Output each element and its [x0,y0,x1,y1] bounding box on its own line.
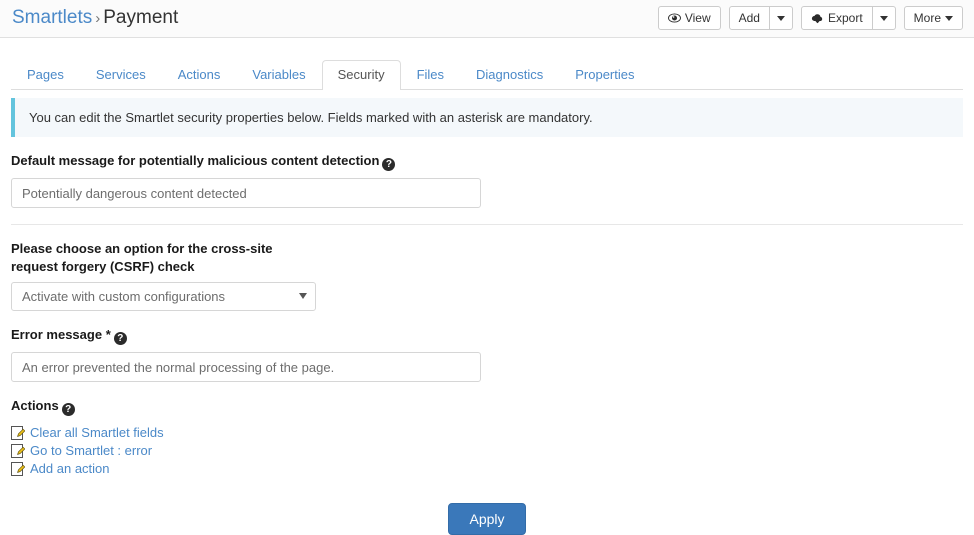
view-button[interactable]: View [657,6,721,30]
view-button-label: View [684,11,711,25]
tab-services[interactable]: Services [80,60,162,89]
add-button-label: Add [738,11,760,25]
actions-section-label: Actions? [11,397,963,417]
actions-list: Clear all Smartlet fields Go to Smartlet… [11,424,963,477]
tab-properties[interactable]: Properties [559,60,650,89]
tab-bar: Pages Services Actions Variables Securit… [11,57,963,90]
breadcrumb-link-smartlets[interactable]: Smartlets [12,7,92,28]
export-dropdown-toggle[interactable] [872,6,896,30]
tab-variables[interactable]: Variables [236,60,321,89]
page-header: Smartlets › Payment View Add Export More [0,0,974,38]
more-button-label: More [913,11,941,25]
edit-page-icon[interactable] [11,443,26,458]
tab-actions[interactable]: Actions [162,60,237,89]
chevron-down-icon [879,15,888,21]
field-label-error-message: Error message *? [11,326,963,346]
add-button-group: Add [728,6,793,30]
required-marker: * [105,327,111,343]
csrf-select[interactable]: Activate with custom configurations [11,282,316,312]
tab-security[interactable]: Security [321,60,401,90]
export-button-group: Export [800,6,896,30]
breadcrumb-separator: › [95,10,101,27]
field-csrf: Please choose an option for the cross-si… [11,225,963,312]
field-label-error-message-text: Error message [11,327,103,343]
breadcrumb-current-payment: Payment [103,7,179,28]
list-item: Go to Smartlet : error [11,442,963,459]
eye-icon [667,13,681,23]
field-error-message: Error message *? [11,311,963,383]
view-button-group: View [657,6,721,30]
action-link-go-to-smartlet-error[interactable]: Go to Smartlet : error [30,443,152,458]
actions-section: Actions? Clear all Smartlet fields Go to… [11,382,963,477]
header-action-buttons: View Add Export More [650,6,963,30]
help-circle-icon[interactable]: ? [61,403,75,417]
action-link-clear-all-smartlet-fields[interactable]: Clear all Smartlet fields [30,425,164,440]
field-label-malicious-content: Default message for potentially maliciou… [11,152,963,171]
edit-page-icon[interactable] [11,425,26,440]
list-item: Clear all Smartlet fields [11,424,963,441]
csrf-select-wrapper: Activate with custom configurations [11,282,316,312]
export-button[interactable]: Export [800,6,873,30]
field-malicious-content: Default message for potentially maliciou… [11,137,963,208]
more-button-group: More [903,6,963,30]
info-banner: You can edit the Smartlet security prope… [11,98,963,137]
more-button[interactable]: More [903,6,963,30]
export-button-label: Export [827,11,863,25]
help-circle-icon[interactable]: ? [113,332,127,346]
tab-files[interactable]: Files [401,60,460,89]
tab-diagnostics[interactable]: Diagnostics [460,60,559,89]
edit-page-icon[interactable] [11,461,26,476]
tab-bar-wrapper: Pages Services Actions Variables Securit… [0,38,974,90]
add-button[interactable]: Add [728,6,770,30]
actions-section-label-text: Actions [11,398,59,414]
cloud-download-icon [811,13,824,24]
action-link-add-an-action[interactable]: Add an action [30,461,110,476]
breadcrumb: Smartlets › Payment [12,7,178,29]
tab-pages[interactable]: Pages [11,60,80,89]
chevron-down-icon [776,15,785,21]
list-item: Add an action [11,460,963,477]
help-circle-icon[interactable]: ? [382,158,396,171]
chevron-down-icon [945,15,953,21]
add-dropdown-toggle[interactable] [769,6,793,30]
field-label-malicious-content-text: Default message for potentially maliciou… [11,153,380,168]
field-label-csrf: Please choose an option for the cross-si… [11,241,273,274]
malicious-content-input[interactable] [11,178,481,208]
error-message-input[interactable] [11,352,481,383]
main-content: You can edit the Smartlet security prope… [0,98,974,535]
